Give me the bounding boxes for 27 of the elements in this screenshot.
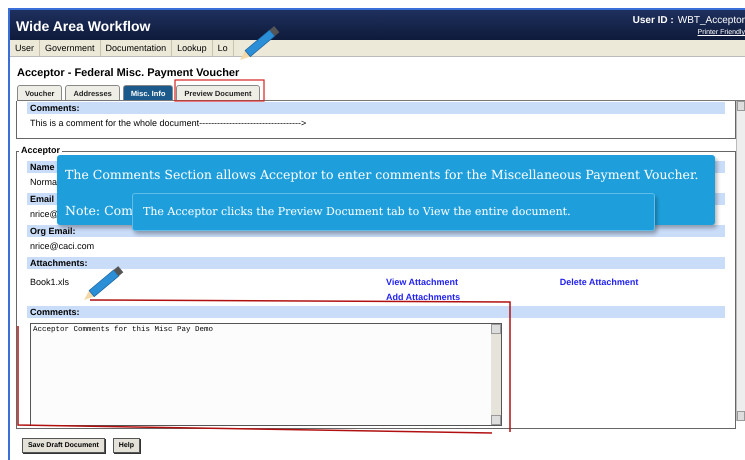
pencil-icon [84, 266, 124, 300]
field-value: Norma [29, 176, 58, 189]
menu-item[interactable]: Government [40, 40, 101, 56]
menu-item[interactable]: Lookup [172, 40, 213, 56]
attachment-file: Book1.xls [30, 277, 70, 287]
user-label: User ID : [632, 15, 674, 26]
user-id: WBT_Acceptor [678, 15, 745, 26]
menu-item[interactable]: User [10, 40, 40, 56]
callout-text: The Acceptor clicks the Preview Document tab to View the entire document. [143, 205, 571, 218]
menu-item[interactable]: Documentation [100, 40, 172, 56]
callout-text: The Comments Section allows Acceptor to enter comments for the Miscellaneous Payment Voucher. [65, 167, 699, 182]
attachment-link[interactable]: Add Attachments [386, 292, 544, 302]
field-label: Comments: [27, 306, 725, 318]
menu-item[interactable]: Lo [212, 40, 234, 56]
app-title: Wide Area Workflow [16, 18, 150, 34]
attachment-link[interactable]: View Attachment [386, 277, 544, 287]
comment-text: This is a comment for the whole document----------------------------------> [29, 117, 306, 130]
field-value: nrice@caci.com [29, 240, 94, 253]
scrollbar[interactable] [736, 101, 745, 421]
page-title: Acceptor - Federal Misc. Payment Voucher [17, 67, 240, 79]
attachment-link[interactable]: Delete Attachment [560, 277, 722, 287]
callout-note: Note: Com [65, 203, 134, 218]
section-header: Comments: [27, 102, 725, 114]
field-label: Attachments: [27, 257, 725, 269]
section-legend: Acceptor [19, 145, 62, 155]
pencil-icon [240, 26, 280, 60]
field-value: nrice@ [29, 208, 59, 221]
